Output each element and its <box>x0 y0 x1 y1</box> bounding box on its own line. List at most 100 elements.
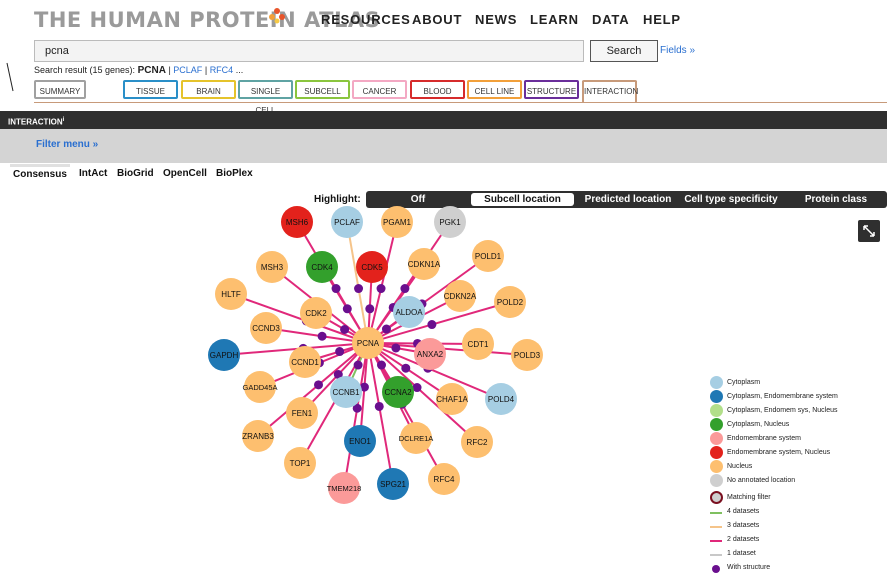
highlight-protein-class[interactable]: Protein class <box>796 191 876 208</box>
edge-aldoa <box>367 311 410 344</box>
structure-dot <box>377 360 386 370</box>
structure-dot <box>333 370 343 379</box>
node-label: GADD45A <box>242 383 277 392</box>
legend-swatch <box>710 390 723 403</box>
node-circle <box>400 422 432 454</box>
info-icon[interactable]: i <box>63 117 65 123</box>
node-circle <box>434 206 466 238</box>
legend-label: No annotated location <box>727 477 796 484</box>
structure-dot <box>427 320 437 330</box>
search-input[interactable]: pcna <box>34 40 584 62</box>
node-circle <box>286 397 318 429</box>
result-gene-rfc4[interactable]: RFC4 <box>210 65 234 75</box>
legend-label: Cytoplasm, Endomembrane system <box>727 393 838 400</box>
result-gene-pcna[interactable]: PCNA <box>138 65 166 76</box>
nav-about[interactable]: ABOUT <box>412 12 462 27</box>
filter-menu-link[interactable]: Filter menu » <box>36 139 98 150</box>
nav-news[interactable]: NEWS <box>475 12 517 27</box>
edge-zranb3 <box>257 342 369 437</box>
node-anxa2: ANXA2 <box>414 338 446 370</box>
tab-biogrid[interactable]: BioGrid <box>117 168 154 179</box>
nav-learn[interactable]: LEARN <box>530 12 579 27</box>
structure-dot <box>412 383 422 393</box>
tab-cancer[interactable]: CANCER <box>352 80 407 99</box>
node-dclre1a: DCLRE1A <box>399 422 433 454</box>
nav-help[interactable]: HELP <box>643 12 681 27</box>
search-result-line: Search result (15 genes): PCNA | PCLAF |… <box>34 65 243 76</box>
edge-cdkn1a <box>367 263 425 344</box>
node-circle <box>461 426 493 458</box>
search-button[interactable]: Search <box>590 40 658 62</box>
node-label: GAPDH <box>210 351 239 360</box>
node-label: CDK2 <box>305 309 327 318</box>
node-label: PGAM1 <box>383 218 412 227</box>
tab-interaction[interactable]: INTERACTION <box>582 80 638 103</box>
result-separator: | <box>204 65 208 75</box>
edge-pold1 <box>367 255 489 344</box>
result-gene-pclaf[interactable]: PCLAF <box>173 65 202 75</box>
tab-subcell[interactable]: SUBCELL <box>295 80 350 99</box>
structure-dot <box>385 381 395 391</box>
legend-edge-swatch <box>710 512 722 514</box>
node-cdk5: CDK5 <box>356 251 388 283</box>
node-circle <box>381 206 413 238</box>
node-circle <box>289 346 321 378</box>
structure-dot <box>298 343 308 353</box>
node-cdt1: CDT1 <box>462 328 494 360</box>
highlight-subcell-location[interactable]: Subcell location <box>471 193 574 206</box>
legend-label: Endomembrane system <box>727 435 801 442</box>
highlight-off[interactable]: Off <box>366 191 470 208</box>
node-pold2: POLD2 <box>494 286 526 318</box>
legend-edge-swatch <box>710 554 722 556</box>
node-circle <box>408 248 440 280</box>
edge-gapdh <box>223 342 369 356</box>
structure-dot <box>413 338 422 348</box>
edge-ccnb1 <box>345 342 369 393</box>
structure-dot <box>423 363 433 373</box>
tab-brain[interactable]: BRAIN <box>181 80 236 99</box>
structure-dot <box>352 403 362 413</box>
highlight-predicted-location[interactable]: Predicted location <box>578 191 678 208</box>
tab-summary[interactable]: SUMMARY <box>34 80 86 99</box>
legend-edge-label: 2 datasets <box>727 536 760 543</box>
node-label: POLD2 <box>497 298 524 307</box>
node-label: FEN1 <box>292 409 313 418</box>
highlight-cell-type-specificity[interactable]: Cell type specificity <box>680 191 782 208</box>
tab-structure[interactable]: STRUCTURE <box>524 80 579 99</box>
expand-button[interactable] <box>858 220 880 242</box>
nav-resources[interactable]: RESOURCES <box>321 12 411 27</box>
node-circle <box>284 447 316 479</box>
structure-dot <box>359 382 369 392</box>
tab-bioplex[interactable]: BioPlex <box>216 168 253 179</box>
tab-consensus[interactable]: Consensus <box>10 164 70 183</box>
node-label: PCNA <box>357 339 380 348</box>
nav-data[interactable]: DATA <box>592 12 629 27</box>
result-separator: | <box>168 65 171 75</box>
edge-gadd45a <box>259 342 369 388</box>
edge-pold3 <box>367 342 528 356</box>
edge-ccnd1 <box>304 342 369 363</box>
structure-dot <box>331 284 341 294</box>
edge-ccnd3 <box>265 327 369 344</box>
node-circle <box>356 251 388 283</box>
legend-label: Cytoplasm, Endomem sys, Nucleus <box>727 407 838 414</box>
tab-tissue[interactable]: TISSUE <box>123 80 178 99</box>
node-label: CDT1 <box>468 340 489 349</box>
node-circle <box>242 420 274 452</box>
node-circle <box>494 286 526 318</box>
tab-intact[interactable]: IntAct <box>79 168 107 179</box>
highlight-label: Highlight: <box>314 194 361 205</box>
node-circle <box>485 383 517 415</box>
node-cdkn1a: CDKN1A <box>408 248 441 280</box>
tab-cell-line[interactable]: CELL LINE <box>467 80 522 99</box>
legend-swatch <box>710 418 723 431</box>
edge-chaf1a <box>367 342 453 400</box>
tab-single-cell[interactable]: SINGLE CELL <box>238 80 293 115</box>
fields-link[interactable]: Fields » <box>660 45 695 56</box>
legend-edge-label: 1 dataset <box>727 550 756 557</box>
structure-dot <box>376 284 386 294</box>
structure-dot <box>340 325 350 334</box>
node-label: MSH3 <box>261 263 284 272</box>
tab-blood[interactable]: BLOOD <box>410 80 465 99</box>
tab-opencell[interactable]: OpenCell <box>163 168 207 179</box>
